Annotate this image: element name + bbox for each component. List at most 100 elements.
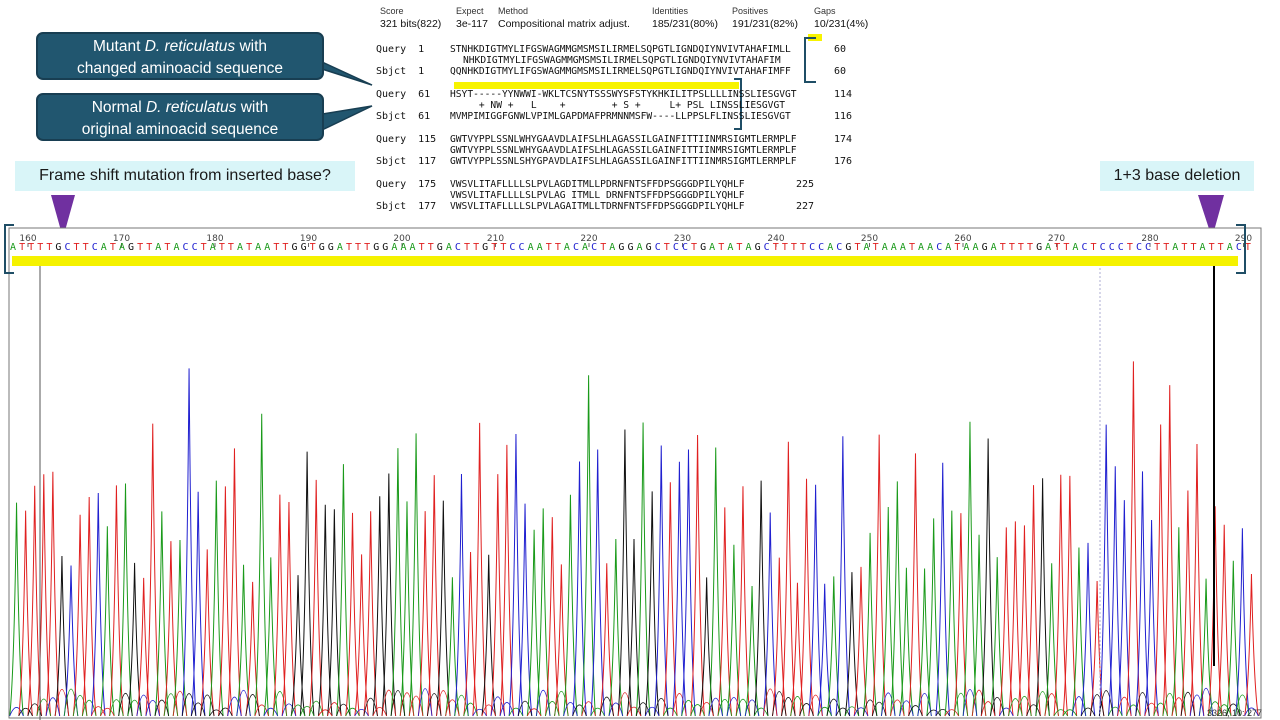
base-call: G — [373, 242, 380, 253]
identities-label: Identities — [652, 6, 689, 16]
match-line: NHKDIGTMYLIFGSWAGMMGMSMSILIRMELSQPGTLIGN… — [463, 55, 781, 66]
mutant-callout-line2: changed aminoacid sequence — [77, 60, 283, 77]
base-call: A — [945, 242, 952, 253]
base-call: T — [418, 242, 425, 253]
base-call: T — [109, 242, 116, 253]
base-call: T — [200, 242, 207, 253]
base-call: T — [282, 242, 289, 253]
base-call: A — [863, 242, 870, 253]
base-call: T — [473, 242, 480, 253]
base-call: T — [1126, 242, 1133, 253]
base-call: A — [391, 242, 398, 253]
base-call: C — [818, 242, 825, 253]
chrom-right-bracket — [1236, 224, 1246, 274]
base-call: C — [1117, 242, 1124, 253]
base-call: G — [128, 242, 135, 253]
mutant-callout: Mutant D. reticulatus with changed amino… — [36, 32, 324, 80]
base-call: A — [527, 242, 534, 253]
base-call: T — [1008, 242, 1015, 253]
base-call: T — [1208, 242, 1215, 253]
base-call: G — [1036, 242, 1043, 253]
base-call: T — [1154, 242, 1161, 253]
frameshift-tag: Frame shift mutation from inserted base? — [15, 161, 355, 191]
base-call: A — [582, 242, 589, 253]
selection-highlight-bar — [12, 256, 1238, 266]
base-call: A — [155, 242, 162, 253]
base-call: G — [482, 242, 489, 253]
query-end: 114 — [834, 89, 853, 100]
base-call: T — [345, 242, 352, 253]
query-sequence: HSYT-----YYNWWI-WKLTCSNYTSSSWYSFSTYKHKIL… — [450, 89, 797, 100]
base-call: C — [672, 242, 679, 253]
method-value: Compositional matrix adjust. — [498, 18, 630, 30]
base-call: T — [691, 242, 698, 253]
base-call: T — [19, 242, 26, 253]
base-call: A — [336, 242, 343, 253]
base-call: G — [645, 242, 652, 253]
base-call: T — [1217, 242, 1224, 253]
query-end: 174 — [834, 134, 853, 145]
base-call: A — [1172, 242, 1179, 253]
base-call: G — [300, 242, 307, 253]
base-call: A — [827, 242, 834, 253]
base-call: T — [554, 242, 561, 253]
base-call: T — [799, 242, 807, 253]
base-call: C — [681, 242, 688, 253]
base-call: A — [536, 242, 543, 253]
base-call: T — [355, 242, 362, 253]
base-call: A — [745, 242, 752, 253]
base-call: T — [500, 242, 507, 253]
positives-label: Positives — [732, 6, 769, 16]
base-call: T — [46, 242, 53, 253]
base-call: A — [927, 242, 934, 253]
position-readout: 3326, 10: 277 — [1206, 708, 1262, 718]
sbjct-end: 60 — [834, 66, 847, 77]
method-label: Method — [498, 6, 529, 16]
base-call: A — [1072, 242, 1079, 253]
base-call: T — [545, 242, 552, 253]
base-call: A — [609, 242, 616, 253]
base-call: A — [173, 242, 180, 253]
base-call: A — [963, 242, 970, 253]
base-call: C — [509, 242, 516, 253]
base-call: A — [563, 242, 570, 253]
base-call: C — [591, 242, 598, 253]
base-call: G — [318, 242, 325, 253]
chromatogram: 160 170 180 190 200 210 220 230 240 250 260 270 280 2… — [8, 227, 1262, 720]
base-call: T — [273, 242, 280, 253]
base-call: T — [600, 242, 607, 253]
base-call: G — [327, 242, 334, 253]
base-call: A — [918, 242, 925, 253]
base-call: C — [1145, 242, 1152, 253]
base-call: C — [64, 242, 71, 253]
base-call: T — [663, 242, 670, 253]
base-call: A — [727, 242, 734, 253]
match-line: + NW + L + + S + L+ PSL LINSSLIESGVGT — [450, 100, 786, 111]
base-call: A — [881, 242, 888, 253]
base-call: G — [845, 242, 852, 253]
base-call: C — [91, 242, 98, 253]
base-call: A — [1226, 242, 1233, 253]
base-call-sequence: ATTTTGCTTCATAGTTATACCTATTATAATTGGTGGATTT… — [10, 242, 1251, 256]
base-call: C — [763, 242, 770, 253]
base-call: A — [409, 242, 416, 253]
base-call: T — [1017, 242, 1024, 253]
base-call: T — [1026, 242, 1034, 253]
frameshift-region-highlight — [454, 82, 739, 89]
base-call: T — [872, 242, 879, 253]
base-call: C — [1081, 242, 1088, 253]
base-call: T — [427, 242, 434, 253]
base-call: T — [1063, 242, 1070, 253]
normal-species-name: D. reticulatus — [145, 99, 237, 116]
base-call: G — [627, 242, 634, 253]
normal-callout-post: with — [236, 99, 269, 116]
query-end: 225 — [796, 179, 815, 190]
base-call: T — [246, 242, 253, 253]
base-call: T — [28, 242, 35, 253]
base-call: G — [700, 242, 707, 253]
query-label: Query 175 — [376, 179, 437, 190]
base-call: T — [999, 242, 1006, 253]
normal-callout-line2: original aminoacid sequence — [81, 121, 279, 138]
base-call: A — [972, 242, 979, 253]
base-call: C — [1108, 242, 1115, 253]
